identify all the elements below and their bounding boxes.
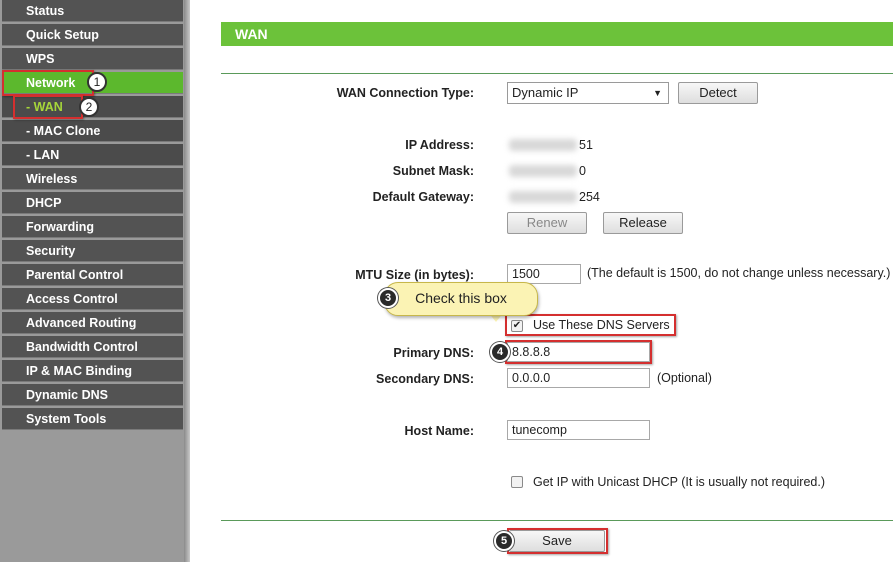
connection-type-label: WAN Connection Type: (336, 86, 474, 100)
check-this-box-callout: Check this box (384, 282, 538, 316)
step-1-marker: 1 (87, 72, 107, 92)
host-name-label: Host Name: (404, 424, 474, 438)
mtu-size-label: MTU Size (in bytes): (355, 268, 474, 282)
callout-text: Check this box (415, 290, 507, 306)
subnet-mask-label: Subnet Mask: (392, 164, 474, 178)
connection-type-value: Dynamic IP (512, 85, 579, 100)
mtu-size-note: (The default is 1500, do not change unle… (587, 266, 891, 280)
detect-button[interactable]: Detect (678, 82, 758, 104)
ip-address-redacted (509, 139, 577, 151)
primary-dns-highlight-box (505, 340, 652, 364)
sidebar-item-parental-control[interactable]: Parental Control (2, 264, 183, 286)
step-2-marker: 2 (79, 97, 99, 117)
ip-address-label: IP Address: (405, 138, 474, 152)
primary-dns-label: Primary DNS: (393, 346, 474, 360)
sidebar-item-wps[interactable]: WPS (2, 48, 183, 70)
subnet-mask-value: 0 (579, 164, 586, 178)
sidebar-item-status[interactable]: Status (2, 0, 183, 22)
sidebar-item-quick-setup[interactable]: Quick Setup (2, 24, 183, 46)
renew-button[interactable]: Renew (507, 212, 587, 234)
save-highlight-box (507, 528, 608, 554)
page-title: WAN (221, 22, 893, 46)
use-dns-highlight-box (505, 314, 676, 336)
sidebar-item-security[interactable]: Security (2, 240, 183, 262)
sidebar-subitem-lan[interactable]: - LAN (2, 144, 183, 166)
sidebar-item-dynamic-dns[interactable]: Dynamic DNS (2, 384, 183, 406)
dropdown-arrow-icon: ▼ (653, 88, 662, 98)
unicast-dhcp-checkbox[interactable] (511, 476, 523, 488)
network-highlight-box (2, 70, 94, 96)
bottom-divider (221, 520, 893, 521)
sidebar-divider (184, 0, 190, 562)
sidebar-item-dhcp[interactable]: DHCP (2, 192, 183, 214)
default-gateway-label: Default Gateway: (372, 190, 474, 204)
mtu-size-input[interactable]: 1500 (507, 264, 581, 284)
default-gateway-redacted (509, 191, 577, 203)
step-4-marker: 4 (490, 342, 510, 362)
release-button[interactable]: Release (603, 212, 683, 234)
wan-highlight-box (13, 95, 83, 119)
host-name-input[interactable]: tunecomp (507, 420, 650, 440)
sidebar-item-wireless[interactable]: Wireless (2, 168, 183, 190)
top-divider (221, 73, 893, 74)
step-5-marker: 5 (494, 531, 514, 551)
connection-type-select[interactable]: Dynamic IP ▼ (507, 82, 669, 104)
unicast-dhcp-label: Get IP with Unicast DHCP (It is usually … (533, 475, 826, 489)
sidebar-subitem-mac-clone[interactable]: - MAC Clone (2, 120, 183, 142)
sidebar-item-forwarding[interactable]: Forwarding (2, 216, 183, 238)
step-3-marker: 3 (378, 288, 398, 308)
default-gateway-value: 254 (579, 190, 600, 204)
secondary-dns-note: (Optional) (657, 371, 712, 385)
sidebar-item-ip-mac-binding[interactable]: IP & MAC Binding (2, 360, 183, 382)
sidebar-item-advanced-routing[interactable]: Advanced Routing (2, 312, 183, 334)
sidebar-item-access-control[interactable]: Access Control (2, 288, 183, 310)
subnet-mask-redacted (509, 165, 577, 177)
ip-address-value: 51 (579, 138, 593, 152)
secondary-dns-label: Secondary DNS: (376, 372, 474, 386)
sidebar-item-bandwidth-control[interactable]: Bandwidth Control (2, 336, 183, 358)
secondary-dns-input[interactable]: 0.0.0.0 (507, 368, 650, 388)
sidebar-item-system-tools[interactable]: System Tools (2, 408, 183, 430)
